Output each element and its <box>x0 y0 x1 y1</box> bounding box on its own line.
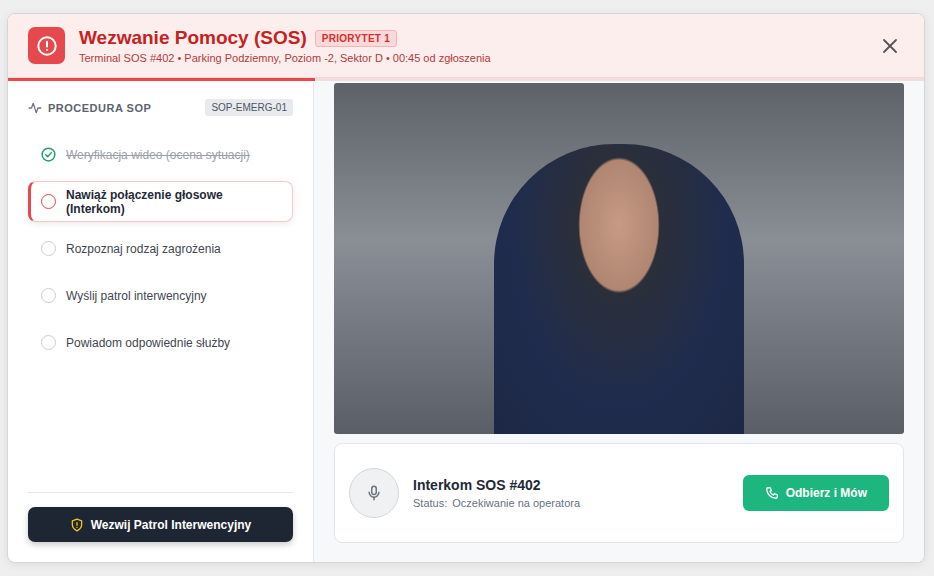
camera-feed <box>334 83 904 434</box>
step-label: Rozpoznaj rodzaj zagrożenia <box>66 242 221 256</box>
step-item[interactable]: Powiadom odpowiednie służby <box>28 322 293 363</box>
person-figure <box>494 144 744 434</box>
intercom-status: Status:Oczekiwanie na operatora <box>413 497 729 509</box>
pulse-icon <box>28 101 42 115</box>
circle-icon <box>41 241 56 256</box>
close-icon <box>882 38 898 54</box>
modal-header: Wezwanie Pomocy (SOS) PRIORYTET 1 Terminal… <box>8 14 924 78</box>
check-icon <box>41 147 56 162</box>
intercom-title: Interkom SOS #402 <box>413 477 729 493</box>
modal-title: Wezwanie Pomocy (SOS) <box>79 27 307 49</box>
mic-icon <box>349 468 399 518</box>
answer-button[interactable]: Odbierz i Mów <box>743 475 889 511</box>
intercom-card: Interkom SOS #402 Status:Oczekiwanie na o… <box>334 443 904 543</box>
step-label: Weryfikacja wideo (ocena sytuacji) <box>66 148 250 162</box>
step-item[interactable]: Nawiąż połączenie głosowe (Interkom) <box>28 181 293 222</box>
step-label: Wyślij patrol interwencyjny <box>66 289 207 303</box>
procedure-code: SOP-EMERG-01 <box>205 99 293 116</box>
call-patrol-button[interactable]: Wezwij Patrol Interwencyjny <box>28 507 293 542</box>
shield-icon <box>70 518 84 532</box>
sos-modal: Wezwanie Pomocy (SOS) PRIORYTET 1 Terminal… <box>7 13 925 563</box>
circle-icon <box>41 288 56 303</box>
circle-icon <box>41 335 56 350</box>
modal-subtitle: Terminal SOS #402 • Parking Podziemny, P… <box>79 52 862 64</box>
steps-list: Weryfikacja wideo (ocena sytuacji) Nawiąż… <box>28 134 293 363</box>
step-item[interactable]: Wyślij patrol interwencyjny <box>28 275 293 316</box>
circle-icon <box>41 194 56 209</box>
step-item[interactable]: Rozpoznaj rodzaj zagrożenia <box>28 228 293 269</box>
monitor-panel: Interkom SOS #402 Status:Oczekiwanie na o… <box>314 81 924 562</box>
step-label: Powiadom odpowiednie służby <box>66 336 230 350</box>
procedure-title: PROCEDURA SOP <box>48 102 151 114</box>
priority-badge: PRIORYTET 1 <box>315 30 398 47</box>
close-button[interactable] <box>876 32 904 60</box>
alert-icon <box>28 27 65 64</box>
procedure-panel: PROCEDURA SOP SOP-EMERG-01 Weryfikacja wid… <box>8 81 314 562</box>
step-label: Nawiąż połączenie głosowe (Interkom) <box>66 188 280 216</box>
phone-icon <box>765 486 779 500</box>
step-item[interactable]: Weryfikacja wideo (ocena sytuacji) <box>28 134 293 175</box>
